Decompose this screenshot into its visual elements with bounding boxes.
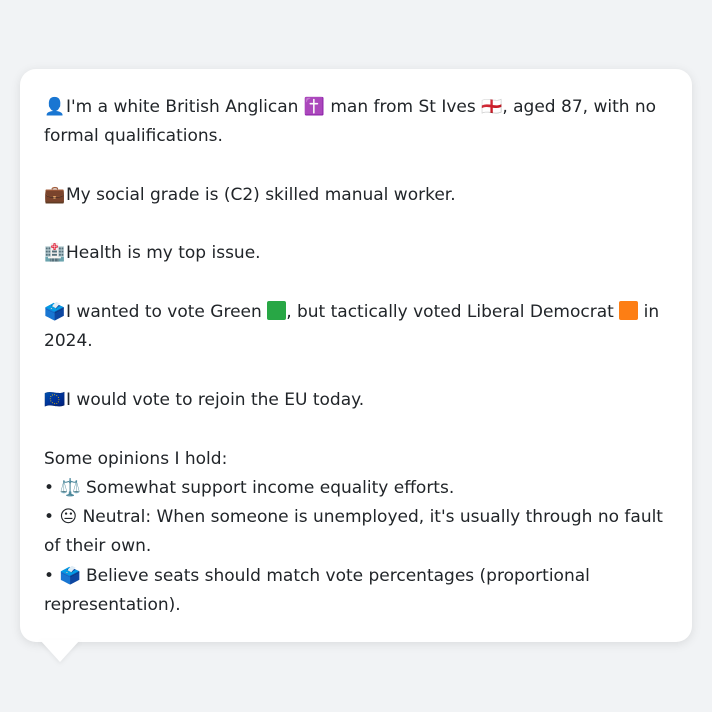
england-flag-icon: 🏴󠁧󠁢󠁥󠁮󠁧󠁿 — [481, 97, 503, 117]
grade-paragraph: 💼My social grade is (C2) skilled manual … — [44, 181, 668, 210]
latin-cross-icon: ✝️ — [303, 97, 325, 117]
green-party-square-icon — [267, 301, 287, 321]
neutral-face-icon: 😐 — [59, 507, 78, 528]
scales-icon: ⚖️ — [59, 477, 81, 498]
bullet: • — [44, 507, 55, 528]
ballot-box-icon: 🗳️ — [59, 565, 81, 586]
eu-text: I would vote to rejoin the EU today. — [66, 389, 365, 410]
opinion-text: Neutral: When someone is unemployed, it'… — [44, 507, 663, 557]
hospital-icon: 🏥 — [44, 243, 66, 264]
person-silhouette-icon: 👤 — [44, 97, 66, 117]
identity-paragraph: 👤I'm a white British Anglican ✝️ man fro… — [44, 93, 668, 152]
identity-text-a: I'm a white British Anglican — [66, 97, 299, 117]
issue-paragraph: 🏥Health is my top issue. — [44, 239, 668, 268]
opinions-heading: Some opinions I hold: — [44, 448, 228, 469]
ballot-box-icon: 🗳️ — [44, 302, 66, 323]
vote-text-b: , but tactically voted Liberal Democrat — [286, 302, 614, 323]
opinion-item: • 😐 Neutral: When someone is unemployed,… — [44, 503, 668, 562]
persona-card: 👤I'm a white British Anglican ✝️ man fro… — [20, 69, 692, 642]
opinion-item: • 🗳️ Believe seats should match vote per… — [44, 562, 668, 621]
opinion-text: Somewhat support income equality efforts… — [86, 477, 455, 498]
briefcase-icon: 💼 — [44, 184, 66, 205]
identity-text-b: man from St Ives — [330, 97, 476, 117]
speech-bubble-tail — [40, 640, 80, 662]
opinion-text: Believe seats should match vote percenta… — [44, 565, 590, 616]
eu-flag-icon: 🇪🇺 — [44, 389, 66, 410]
bullet: • — [44, 565, 55, 586]
bullet: • — [44, 477, 55, 498]
vote-text-a: I wanted to vote Green — [66, 302, 262, 323]
opinion-item: • ⚖️ Somewhat support income equality ef… — [44, 474, 668, 503]
grade-text: My social grade is (C2) skilled manual w… — [66, 184, 456, 205]
vote-paragraph: 🗳️I wanted to vote Green , but tacticall… — [44, 298, 668, 357]
libdem-square-icon — [619, 301, 639, 321]
issue-text: Health is my top issue. — [66, 243, 261, 264]
eu-paragraph: 🇪🇺I would vote to rejoin the EU today. — [44, 386, 668, 415]
